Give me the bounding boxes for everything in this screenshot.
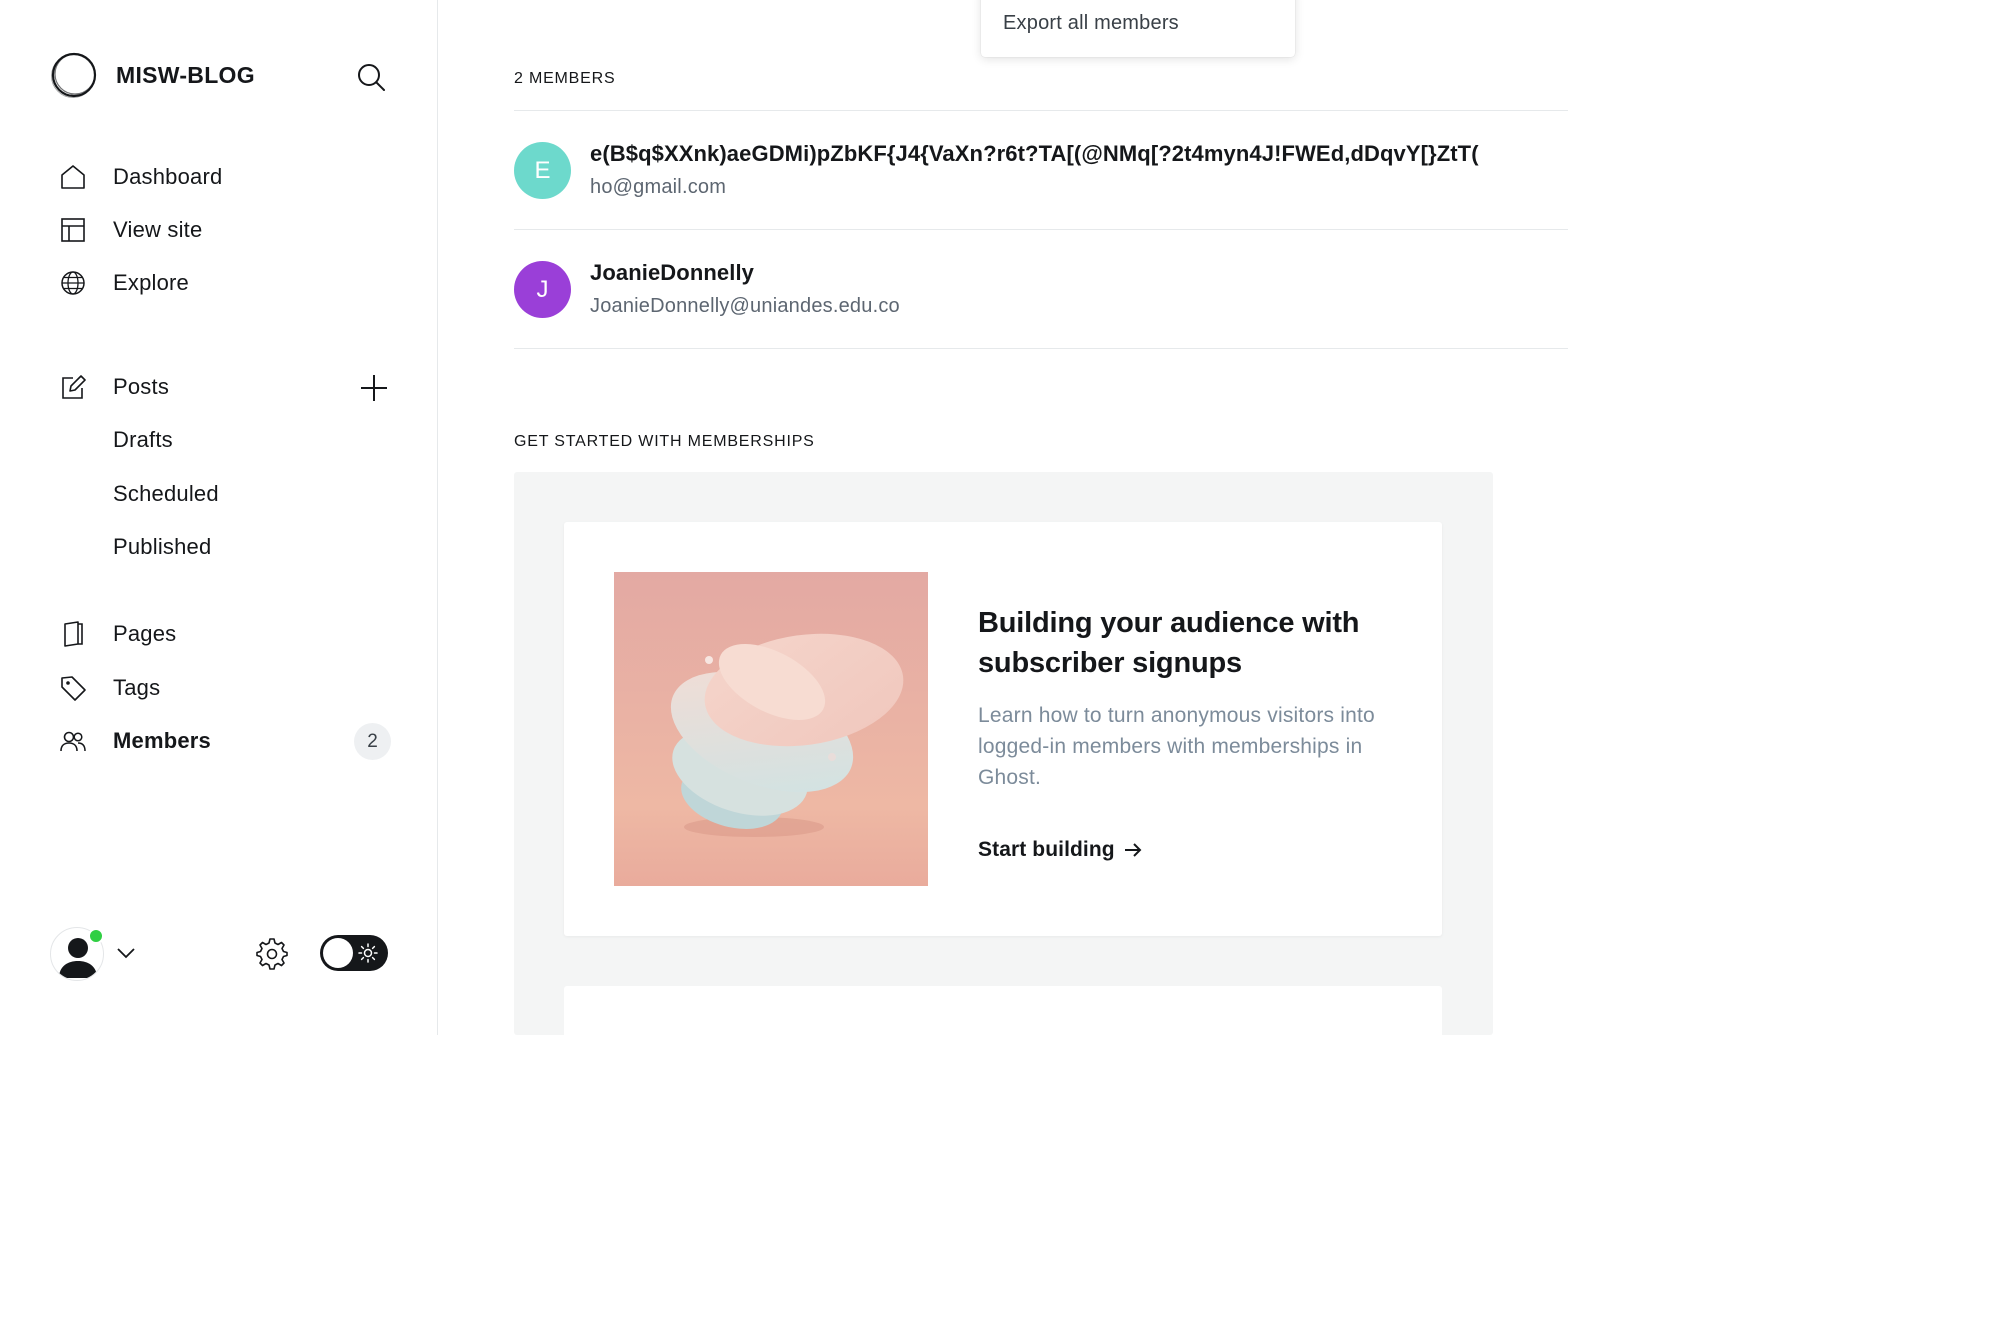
member-email: ho@gmail.com — [590, 176, 727, 198]
member-name: e(B$q$XXnk)aeGDMi)pZbKF{J4{VaXn?r6t?TA[(… — [590, 141, 1479, 166]
nav-members-label: Members — [113, 728, 211, 753]
member-email: JoanieDonnelly@uniandes.edu.co — [590, 295, 900, 317]
nav-published[interactable]: Published — [113, 534, 211, 560]
nav-dashboard-label: Dashboard — [113, 164, 223, 189]
page-icon — [58, 619, 88, 649]
gear-icon — [256, 938, 288, 970]
site-logo-icon — [51, 52, 97, 98]
new-post-button[interactable] — [356, 370, 392, 406]
home-icon — [58, 162, 88, 192]
card-title[interactable]: Building your audience with subscriber s… — [978, 603, 1398, 683]
start-building-link[interactable]: Start building — [978, 838, 1143, 862]
toggle-knob — [323, 938, 353, 968]
member-name: JoanieDonnelly — [590, 260, 754, 285]
card-description: Learn how to turn anonymous visitors int… — [978, 704, 1375, 789]
nav-tags[interactable]: Tags — [58, 668, 398, 708]
site-title: MISW-BLOG — [116, 61, 255, 88]
user-menu[interactable] — [50, 926, 160, 982]
nav-explore-label: Explore — [113, 270, 189, 295]
member-row[interactable]: J JoanieDonnelly JoanieDonnelly@uniandes… — [514, 230, 1568, 348]
nav-explore[interactable]: Explore — [58, 263, 398, 303]
chevron-down-icon[interactable] — [115, 942, 137, 964]
online-status-dot — [88, 928, 104, 944]
export-members-menu-item[interactable]: Export all members — [1003, 12, 1179, 35]
resource-card[interactable] — [564, 986, 1442, 1066]
settings-button[interactable] — [252, 934, 290, 972]
nav-tags-label: Tags — [113, 675, 161, 700]
members-actions-dropdown: Export all members — [981, 0, 1295, 57]
member-avatar: E — [514, 142, 571, 199]
nav-dashboard[interactable]: Dashboard — [58, 157, 398, 197]
nav-posts[interactable]: Posts — [58, 367, 398, 407]
nav-scheduled[interactable]: Scheduled — [113, 481, 219, 507]
divider — [514, 348, 1568, 349]
search-icon — [358, 64, 385, 91]
site-brand[interactable]: MISW-BLOG — [50, 50, 255, 100]
tag-icon — [58, 673, 88, 703]
edit-icon — [58, 372, 88, 402]
get-started-heading: GET STARTED WITH MEMBERSHIPS — [514, 433, 815, 450]
search-button[interactable] — [352, 58, 390, 96]
globe-icon — [58, 268, 88, 298]
member-row[interactable]: E e(B$q$XXnk)aeGDMi)pZbKF{J4{VaXn?r6t?TA… — [514, 111, 1568, 229]
layout-icon — [58, 215, 88, 245]
theme-toggle[interactable] — [320, 935, 388, 971]
members-icon — [58, 726, 88, 756]
member-avatar: J — [514, 261, 571, 318]
nav-members[interactable]: Members — [58, 721, 398, 761]
members-count-badge: 2 — [354, 723, 391, 760]
nav-drafts[interactable]: Drafts — [113, 427, 173, 453]
nav-view-site[interactable]: View site — [58, 210, 398, 250]
plus-icon — [361, 375, 387, 401]
sun-icon — [358, 943, 378, 963]
sidebar: MISW-BLOG Dashboard View site Explore Po… — [0, 0, 438, 1035]
start-building-label: Start building — [978, 838, 1115, 861]
nav-pages[interactable]: Pages — [58, 614, 398, 654]
nav-view-site-label: View site — [113, 217, 203, 242]
members-count-heading: 2 MEMBERS — [514, 70, 616, 87]
nav-posts-label: Posts — [113, 374, 170, 399]
card-illustration — [614, 572, 928, 886]
nav-pages-label: Pages — [113, 621, 177, 646]
arrow-right-icon — [1124, 843, 1142, 857]
